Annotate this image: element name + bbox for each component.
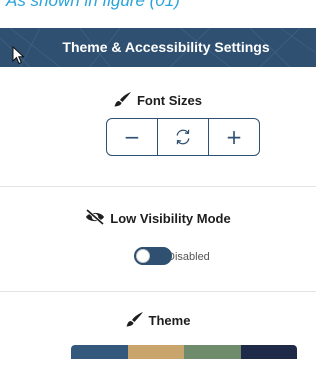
settings-panel-header: Theme & Accessibility Settings xyxy=(0,28,316,67)
figure-caption: As shown in figure (01) xyxy=(6,0,180,10)
increase-font-label: + xyxy=(225,125,243,149)
toggle-knob xyxy=(136,249,150,263)
low-visibility-label: Low Visibility Mode xyxy=(110,211,231,226)
theme-label: Theme xyxy=(148,313,191,328)
section-divider xyxy=(0,291,316,292)
decrease-font-button[interactable]: − xyxy=(107,119,157,155)
theme-swatch-4[interactable] xyxy=(240,345,297,359)
theme-swatch-2[interactable] xyxy=(127,345,184,359)
theme-swatches xyxy=(71,345,297,359)
toggle-state-label: Disabled xyxy=(167,250,210,263)
font-sizes-label: Font Sizes xyxy=(136,93,202,108)
low-visibility-heading: Low Visibility Mode xyxy=(0,208,316,228)
mouse-cursor-icon xyxy=(12,46,25,65)
low-visibility-toggle[interactable] xyxy=(134,247,172,265)
panel-title: Theme & Accessibility Settings xyxy=(62,39,270,55)
theme-swatch-3[interactable] xyxy=(184,345,241,359)
font-sizes-heading: Font Sizes xyxy=(0,91,316,110)
font-size-controls: − + xyxy=(106,118,260,156)
section-divider xyxy=(0,186,316,187)
theme-heading: Theme xyxy=(0,311,316,330)
theme-swatch-1[interactable] xyxy=(71,345,128,359)
paintbrush-icon xyxy=(126,311,144,330)
low-visibility-toggle-row: Disabled xyxy=(134,246,210,266)
reset-font-button[interactable] xyxy=(157,119,208,155)
reset-icon xyxy=(176,129,190,145)
paintbrush-icon xyxy=(114,91,132,110)
increase-font-button[interactable]: + xyxy=(208,119,259,155)
eye-slash-icon xyxy=(85,208,105,228)
decrease-font-label: − xyxy=(123,125,141,149)
